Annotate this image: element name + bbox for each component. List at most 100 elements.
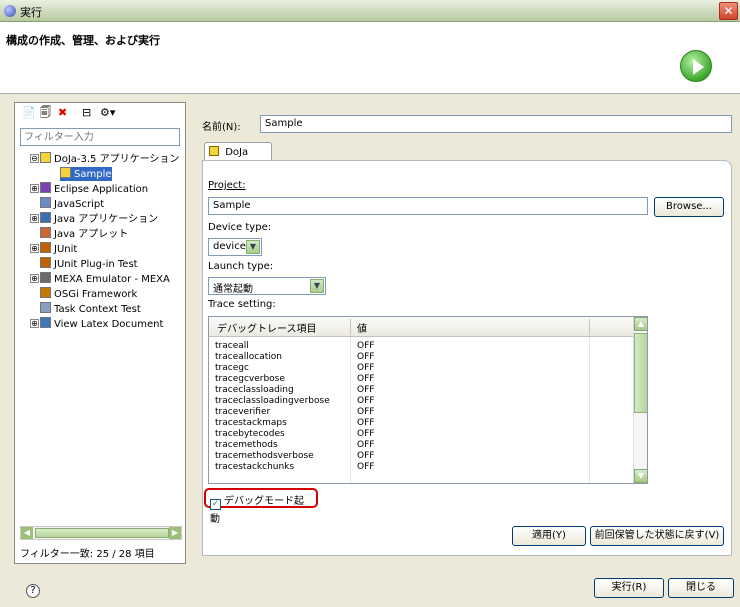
table-row[interactable]: traceclassloadingverbose OFF bbox=[215, 396, 627, 407]
tree-expander-icon[interactable]: ⊕ bbox=[30, 244, 39, 253]
scroll-thumb[interactable] bbox=[634, 333, 647, 413]
tree-item[interactable]: Java アプリケーション bbox=[40, 212, 158, 226]
scroll-left-icon[interactable]: ◀ bbox=[21, 527, 33, 539]
launch-type-select[interactable]: 通常起動 ▼ bbox=[208, 277, 326, 295]
trace-value-cell[interactable]: OFF bbox=[357, 363, 374, 374]
doja-config-icon bbox=[60, 167, 71, 178]
scroll-thumb[interactable] bbox=[35, 528, 169, 538]
trace-value-cell[interactable]: OFF bbox=[357, 407, 374, 418]
latex-icon bbox=[40, 317, 51, 328]
trace-value-cell[interactable]: OFF bbox=[357, 341, 374, 352]
table-row[interactable]: tracestackmaps OFF bbox=[215, 418, 627, 429]
table-row[interactable]: traceverifier OFF bbox=[215, 407, 627, 418]
chevron-down-icon[interactable]: ▼ bbox=[246, 240, 260, 254]
table-row[interactable]: traceclassloading OFF bbox=[215, 385, 627, 396]
help-icon[interactable]: ? bbox=[26, 584, 40, 598]
tab-label: DoJa bbox=[225, 147, 249, 158]
project-field[interactable]: Sample bbox=[208, 197, 648, 215]
table-row[interactable]: traceall OFF bbox=[215, 341, 627, 352]
tree-item[interactable]: Java アプレット bbox=[40, 227, 128, 241]
trace-item-cell: traceclassloading bbox=[215, 385, 294, 395]
table-row[interactable]: tracegc OFF bbox=[215, 363, 627, 374]
table-header: デバッグトレース項目 値 bbox=[209, 317, 633, 337]
column-header-value[interactable]: 値 bbox=[357, 320, 367, 335]
tree-expander-icon[interactable]: ⊕ bbox=[30, 184, 39, 193]
trace-value-cell[interactable]: OFF bbox=[357, 352, 374, 363]
osgi-icon bbox=[40, 287, 51, 298]
tree-horizontal-scrollbar[interactable]: ◀ ▶ bbox=[20, 526, 182, 540]
table-row[interactable]: tracestackchunks OFF bbox=[215, 462, 627, 473]
trace-item-cell: tracestackchunks bbox=[215, 462, 295, 472]
tree-item[interactable]: MEXA Emulator - MEXA bbox=[40, 272, 170, 286]
trace-value-cell[interactable]: OFF bbox=[357, 396, 374, 407]
table-row[interactable]: traceallocation OFF bbox=[215, 352, 627, 363]
tree-item-label: MEXA Emulator - MEXA bbox=[54, 274, 170, 285]
tree-item-label: Java アプレット bbox=[54, 229, 129, 240]
scroll-down-icon[interactable]: ▼ bbox=[634, 469, 647, 483]
tree-expander-icon[interactable]: ⊕ bbox=[30, 214, 39, 223]
table-row[interactable]: tracemethodsverbose OFF bbox=[215, 451, 627, 462]
trace-value-cell[interactable]: OFF bbox=[357, 462, 374, 473]
table-row[interactable]: tracegcverbose OFF bbox=[215, 374, 627, 385]
close-window-button[interactable]: ✕ bbox=[719, 2, 738, 20]
tree-item[interactable]: Sample bbox=[60, 167, 112, 181]
table-row[interactable]: tracemethods OFF bbox=[215, 440, 627, 451]
trace-value-cell[interactable]: OFF bbox=[357, 440, 374, 451]
tree-item[interactable]: Eclipse Application bbox=[40, 182, 148, 196]
window-title: 実行 bbox=[20, 6, 42, 19]
tree-item[interactable]: JUnit Plug-in Test bbox=[40, 257, 138, 271]
tree-expander-icon[interactable]: ⊕ bbox=[30, 319, 39, 328]
revert-button[interactable]: 前回保管した状態に戻す(V) bbox=[590, 526, 724, 546]
checkmark-icon[interactable]: ✓ bbox=[210, 499, 221, 510]
tab-doja[interactable]: DoJa bbox=[204, 142, 272, 160]
trace-value-cell[interactable]: OFF bbox=[357, 451, 374, 462]
filter-input[interactable] bbox=[20, 128, 180, 146]
scroll-up-icon[interactable]: ▲ bbox=[634, 317, 647, 331]
trace-item-cell: tracemethods bbox=[215, 440, 278, 450]
collapse-all-icon[interactable]: ⊟ bbox=[82, 106, 91, 120]
trace-item-cell: traceallocation bbox=[215, 352, 282, 362]
tree-item[interactable]: View Latex Document bbox=[40, 317, 163, 331]
run-button[interactable]: 実行(R) bbox=[594, 578, 664, 598]
filter-menu-icon[interactable]: ⚙▾ bbox=[100, 106, 115, 120]
trace-value-cell[interactable]: OFF bbox=[357, 385, 374, 396]
apply-button[interactable]: 適用(Y) bbox=[512, 526, 586, 546]
tree-item-label: JUnit Plug-in Test bbox=[54, 259, 138, 270]
mexa-icon bbox=[40, 272, 51, 283]
device-type-select[interactable]: device1 ▼ bbox=[208, 238, 262, 256]
trace-value-cell[interactable]: OFF bbox=[357, 374, 374, 385]
close-button[interactable]: 閉じる bbox=[668, 578, 734, 598]
trace-value-cell[interactable]: OFF bbox=[357, 418, 374, 429]
delete-icon[interactable]: ✖ bbox=[58, 106, 67, 120]
scroll-right-icon[interactable]: ▶ bbox=[169, 527, 181, 539]
debug-mode-checkbox[interactable]: ✓ デバッグモード起動 bbox=[204, 488, 318, 525]
column-header-trace-item[interactable]: デバッグトレース項目 bbox=[217, 320, 317, 335]
name-field[interactable]: Sample bbox=[260, 115, 732, 133]
launch-type-label: Launch type: bbox=[208, 261, 274, 272]
tree-item[interactable]: Task Context Test bbox=[40, 302, 141, 316]
tree-item-label: View Latex Document bbox=[54, 319, 164, 330]
tree-item[interactable]: JavaScript bbox=[40, 197, 104, 211]
tree-item[interactable]: JUnit bbox=[40, 242, 77, 256]
window-titlebar bbox=[0, 0, 740, 22]
tree-expander-icon[interactable]: ⊕ bbox=[30, 274, 39, 283]
tree-item-label: OSGi Framework bbox=[54, 289, 138, 300]
trace-vertical-scrollbar[interactable]: ▲ ▼ bbox=[633, 317, 647, 483]
tree-item[interactable]: OSGi Framework bbox=[40, 287, 137, 301]
junit-plugin-icon bbox=[40, 257, 51, 268]
table-row[interactable]: tracebytecodes OFF bbox=[215, 429, 627, 440]
doja-icon bbox=[40, 152, 51, 163]
trace-value-cell[interactable]: OFF bbox=[357, 429, 374, 440]
launch-type-value: 通常起動 bbox=[213, 284, 253, 295]
project-label: Project: bbox=[208, 180, 246, 191]
eclipse-app-icon bbox=[4, 5, 16, 17]
new-config-icon[interactable]: 📄 bbox=[22, 106, 36, 120]
tree-item-label: Sample bbox=[74, 169, 112, 180]
tree-item[interactable]: DoJa-3.5 アプリケーション bbox=[40, 152, 179, 166]
chevron-down-icon[interactable]: ▼ bbox=[310, 279, 324, 293]
trace-item-cell: tracemethodsverbose bbox=[215, 451, 314, 461]
trace-table: デバッグトレース項目 値 traceall OFF traceallocation O… bbox=[208, 316, 648, 484]
tree-expander-icon[interactable]: ⊖ bbox=[30, 154, 39, 163]
duplicate-icon[interactable]: 🗐 bbox=[40, 106, 51, 120]
browse-button[interactable]: Browse... bbox=[654, 197, 724, 217]
